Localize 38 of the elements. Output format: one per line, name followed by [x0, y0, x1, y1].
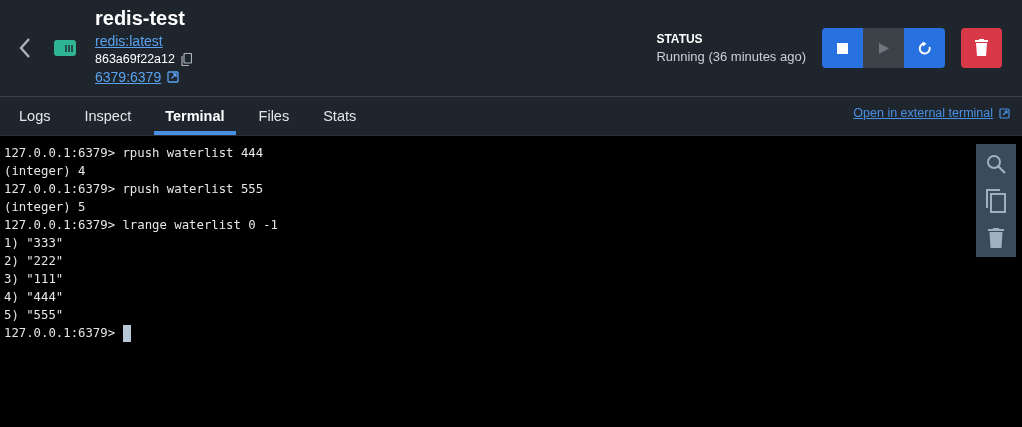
status-label: STATUS	[656, 32, 704, 46]
trash-icon	[974, 39, 989, 57]
container-icon	[52, 37, 78, 59]
terminal-line: (integer) 5	[4, 199, 86, 216]
stop-icon	[836, 41, 849, 55]
search-icon[interactable]	[986, 154, 1006, 174]
play-icon	[877, 41, 890, 55]
back-icon[interactable]	[18, 37, 32, 59]
tab[interactable]: Stats	[312, 97, 368, 135]
terminal-line: 127.0.0.1:6379> lrange waterlist 0 -1	[4, 217, 278, 234]
tab[interactable]: Logs	[8, 97, 62, 135]
trash-icon[interactable]	[988, 228, 1004, 248]
copy-icon[interactable]	[180, 52, 192, 66]
container-id: 863a69f22a12	[95, 52, 175, 66]
terminal-prompt: 127.0.0.1:6379>	[4, 325, 116, 342]
terminal-line: (integer) 4	[4, 163, 86, 180]
restart-icon	[918, 41, 931, 55]
terminal-line: 127.0.0.1:6379> rpush waterlist 444	[4, 145, 264, 162]
copy-icon[interactable]	[986, 189, 1006, 213]
trash-button[interactable]	[961, 28, 1002, 68]
status-text: Running (36 minutes ago)	[656, 49, 806, 64]
terminal-line: 127.0.0.1:6379> rpush waterlist 555	[4, 181, 264, 198]
terminal-line: 4) "444"	[4, 289, 64, 306]
text-cursor	[123, 324, 132, 342]
tab[interactable]: Files	[247, 97, 301, 135]
container-name: redis-test	[95, 7, 187, 30]
external-link-icon[interactable]	[167, 71, 180, 83]
external-terminal-link[interactable]: Open in external terminal	[853, 106, 993, 120]
external-link-icon[interactable]	[999, 107, 1010, 119]
port-link[interactable]: 6379:6379	[95, 69, 162, 85]
terminal-line: 2) "222"	[4, 253, 64, 270]
restart-button[interactable]	[904, 28, 945, 68]
terminal-line: 1) "333"	[4, 235, 64, 252]
image-link[interactable]: redis:latest	[95, 33, 192, 49]
terminal-line: 5) "555"	[4, 307, 64, 324]
terminal-line: 3) "111"	[4, 271, 64, 288]
stop-button[interactable]	[822, 28, 863, 68]
tab[interactable]: Inspect	[73, 97, 143, 135]
